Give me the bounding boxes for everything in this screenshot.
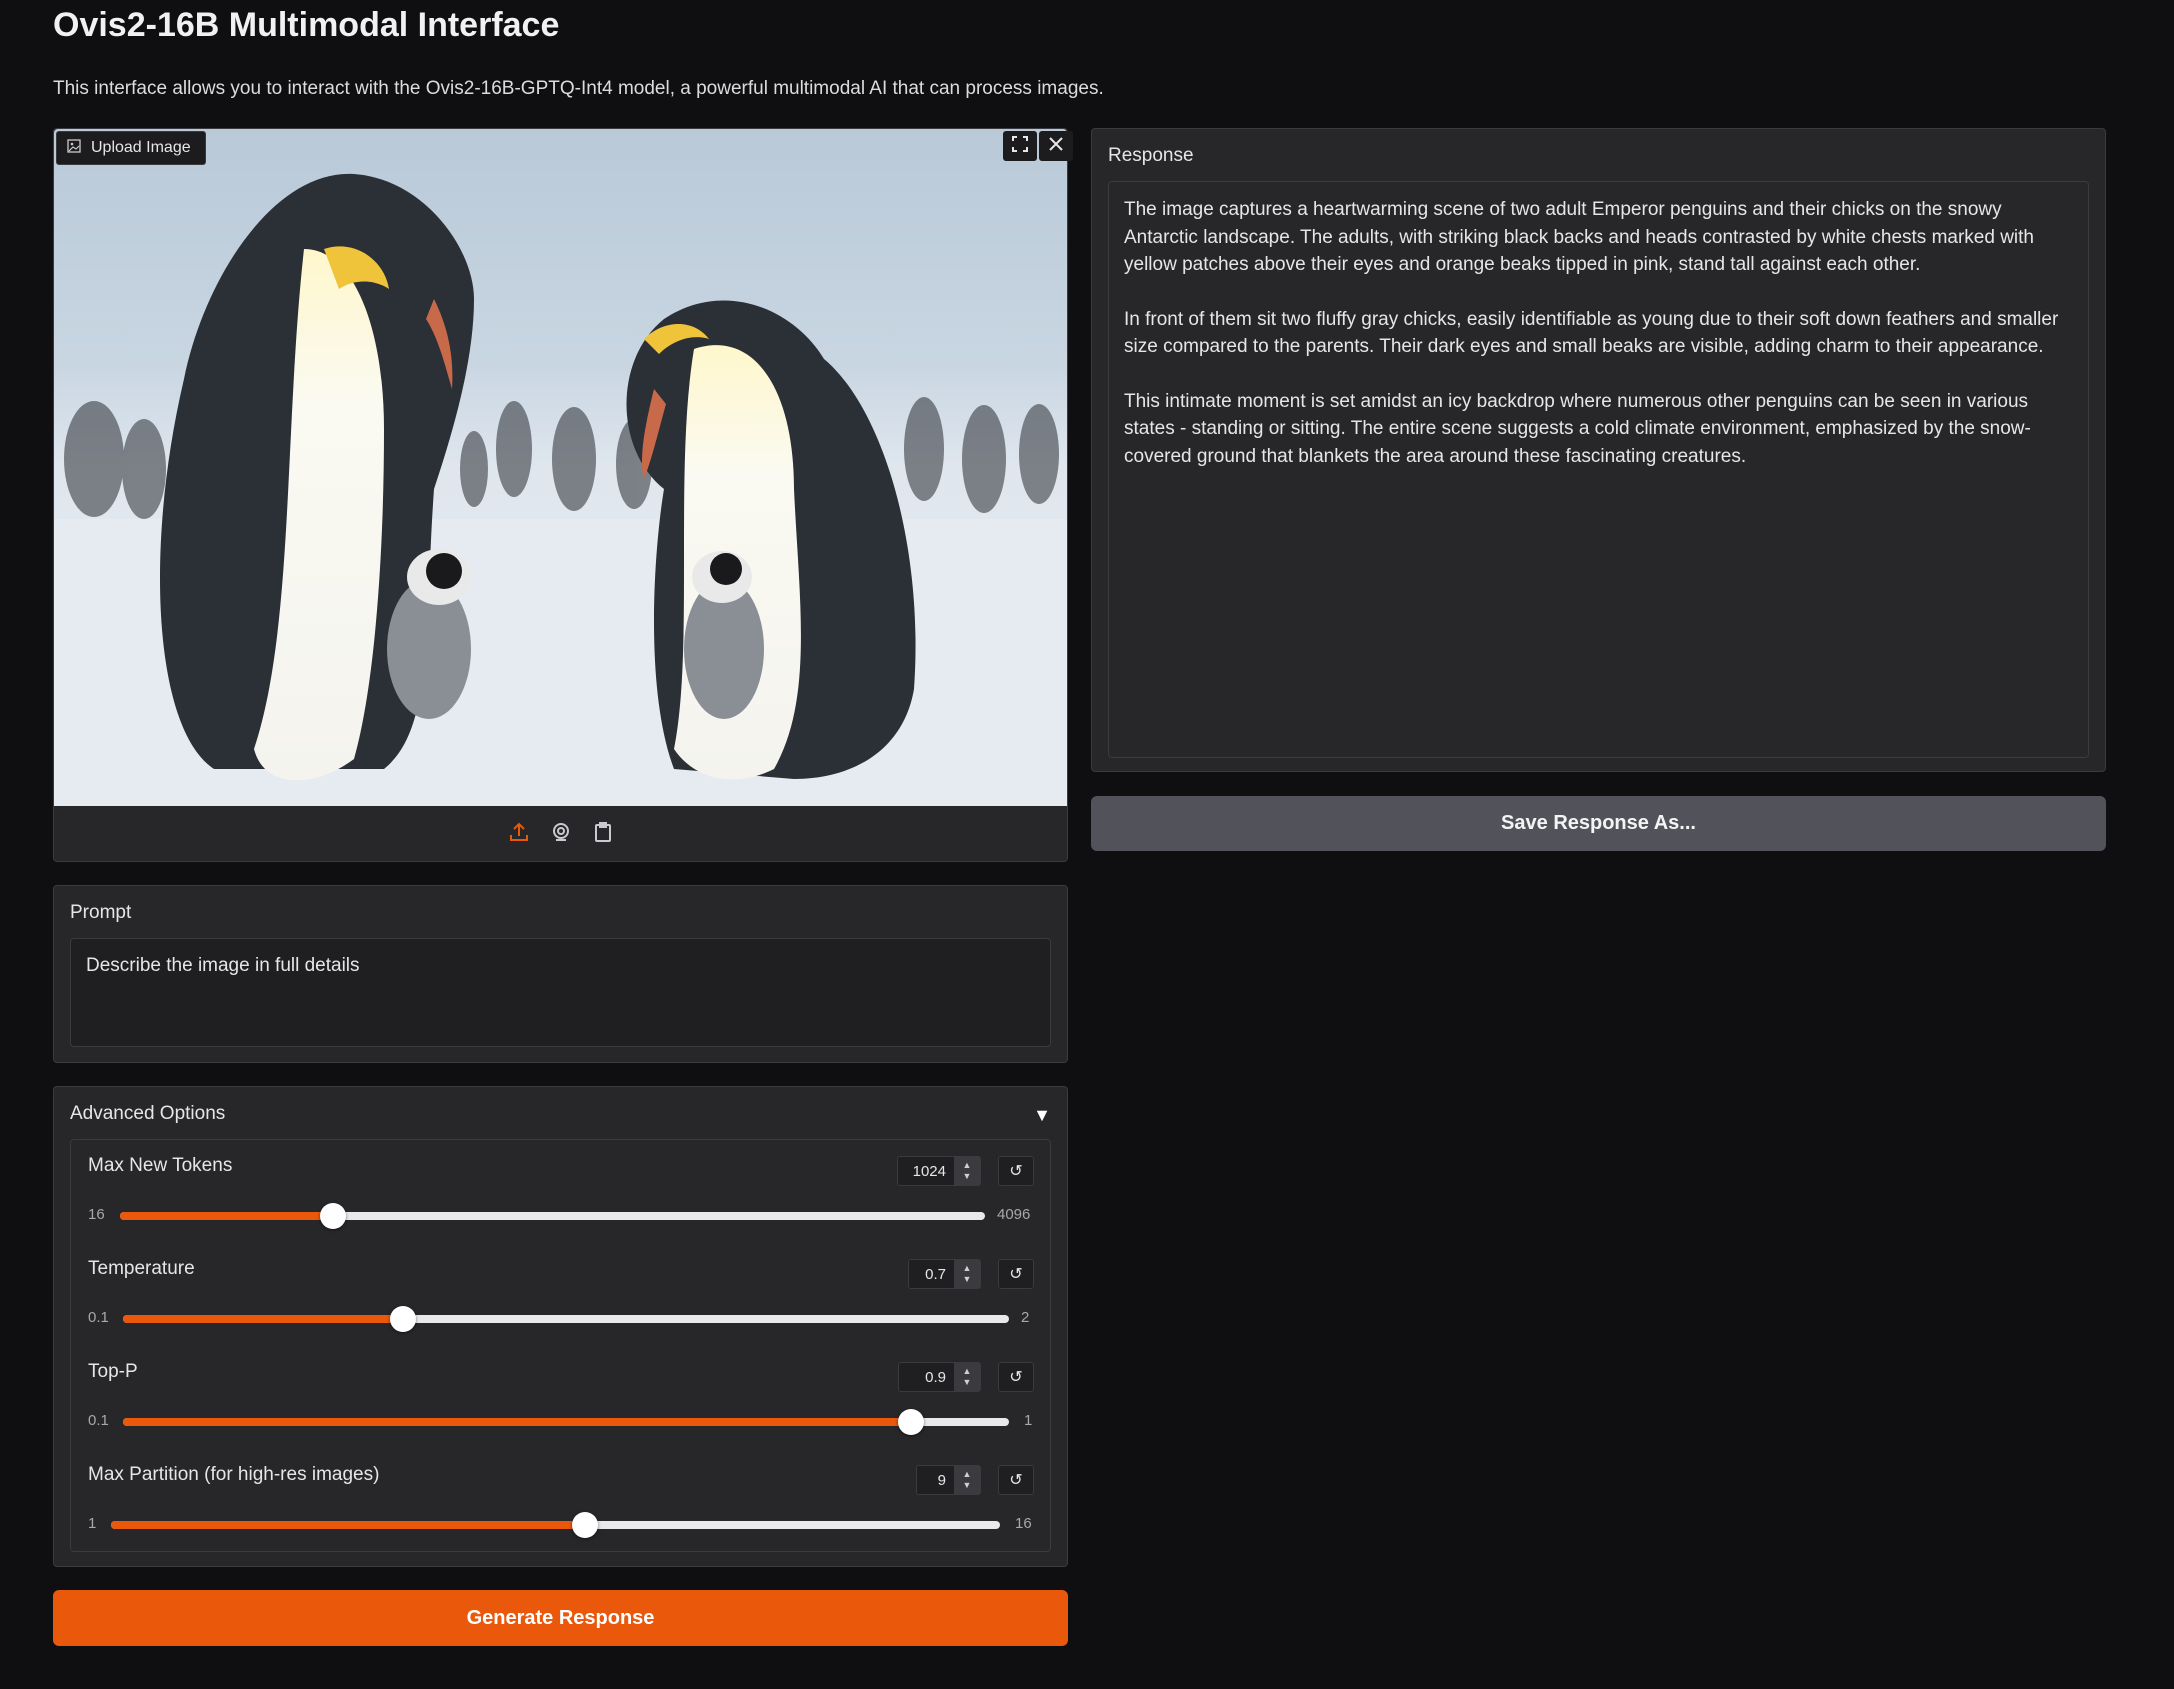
advanced-options-toggle[interactable]: Advanced Options xyxy=(70,1103,225,1125)
response-paragraph: The image captures a heartwarming scene … xyxy=(1124,199,2034,275)
top-p-track[interactable] xyxy=(123,1409,1009,1435)
response-paragraph: In front of them sit two fluffy gray chi… xyxy=(1124,308,2059,358)
page-title: Ovis2-16B Multimodal Interface xyxy=(53,6,560,44)
slider-thumb[interactable] xyxy=(897,1409,924,1435)
max-partition-reset-button[interactable]: ↺ xyxy=(998,1465,1034,1495)
upload-image-label: Upload Image xyxy=(56,131,206,165)
temperature-label: Temperature xyxy=(88,1258,195,1279)
stepper-icon[interactable]: ▲ ▼ xyxy=(954,1260,980,1288)
image-source-toolbar xyxy=(54,806,1067,862)
max-new-tokens-input[interactable]: 1024 ▲ ▼ xyxy=(897,1156,981,1186)
prompt-textarea[interactable]: Describe the image in full details xyxy=(70,938,1051,1047)
upload-image-label-text: Upload Image xyxy=(91,139,191,156)
image-icon xyxy=(67,138,81,158)
max-partition-min: 1 xyxy=(88,1515,97,1532)
temperature-max: 2 xyxy=(1021,1309,1030,1326)
max-new-tokens-max: 4096 xyxy=(997,1206,1031,1223)
webcam-source-button[interactable] xyxy=(548,821,574,847)
max-new-tokens-reset-button[interactable]: ↺ xyxy=(998,1156,1034,1186)
generate-response-button[interactable]: Generate Response xyxy=(53,1590,1068,1646)
temperature-value: 0.7 xyxy=(925,1265,946,1283)
max-new-tokens-min: 16 xyxy=(88,1206,105,1223)
top-p-label: Top-P xyxy=(88,1361,138,1382)
temperature-track[interactable] xyxy=(123,1306,1009,1332)
top-p-input[interactable]: 0.9 ▲ ▼ xyxy=(898,1362,981,1392)
stepper-icon[interactable]: ▲ ▼ xyxy=(954,1363,980,1391)
prompt-label: Prompt xyxy=(70,902,132,923)
top-p-value: 0.9 xyxy=(925,1368,946,1386)
slider-thumb[interactable] xyxy=(389,1306,416,1332)
response-panel: Response The image captures a heartwarmi… xyxy=(1091,128,2106,772)
max-new-tokens-value: 1024 xyxy=(912,1162,946,1180)
slider-fill xyxy=(120,1212,333,1220)
response-textarea[interactable]: The image captures a heartwarming scene … xyxy=(1108,181,2089,758)
response-label: Response xyxy=(1108,145,1194,166)
max-partition-max: 16 xyxy=(1015,1515,1032,1532)
max-partition-slider-row: Max Partition (for high-res images) 9 ▲ ▼… xyxy=(71,1449,1050,1549)
slider-thumb[interactable] xyxy=(319,1203,346,1229)
slider-fill xyxy=(111,1521,585,1529)
max-new-tokens-slider-row: Max New Tokens 1024 ▲ ▼ ↺ 16 4096 xyxy=(71,1140,1050,1240)
top-p-reset-button[interactable]: ↺ xyxy=(998,1362,1034,1392)
clear-image-button[interactable] xyxy=(1039,131,1073,161)
max-partition-value: 9 xyxy=(937,1471,946,1489)
fullscreen-button[interactable] xyxy=(1003,131,1037,161)
temperature-slider-row: Temperature 0.7 ▲ ▼ ↺ 0.1 2 xyxy=(71,1243,1050,1343)
prompt-panel: Prompt Describe the image in full detail… xyxy=(53,885,1068,1063)
upload-source-button[interactable] xyxy=(506,821,532,847)
max-new-tokens-label: Max New Tokens xyxy=(88,1155,233,1176)
upload-icon xyxy=(508,821,530,848)
stepper-icon[interactable]: ▲ ▼ xyxy=(954,1157,980,1185)
temperature-min: 0.1 xyxy=(88,1309,109,1326)
temperature-reset-button[interactable]: ↺ xyxy=(998,1259,1034,1289)
page-subtitle: This interface allows you to interact wi… xyxy=(53,78,1104,99)
save-response-button[interactable]: Save Response As... xyxy=(1091,796,2106,851)
clipboard-source-button[interactable] xyxy=(590,821,616,847)
slider-thumb[interactable] xyxy=(571,1512,598,1538)
image-upload-panel: Upload Image xyxy=(53,128,1073,862)
max-partition-track[interactable] xyxy=(111,1512,1000,1538)
advanced-options-body: Max New Tokens 1024 ▲ ▼ ↺ 16 4096 Tempera… xyxy=(70,1139,1051,1552)
max-new-tokens-track[interactable] xyxy=(120,1203,985,1229)
webcam-icon xyxy=(550,821,572,848)
temperature-input[interactable]: 0.7 ▲ ▼ xyxy=(908,1259,981,1289)
max-partition-input[interactable]: 9 ▲ ▼ xyxy=(916,1465,981,1495)
advanced-options-panel: Advanced Options ▼ Max New Tokens 1024 ▲… xyxy=(53,1086,1068,1567)
top-p-max: 1 xyxy=(1024,1412,1033,1429)
stepper-icon[interactable]: ▲ ▼ xyxy=(954,1466,980,1494)
clipboard-icon xyxy=(592,821,614,848)
caret-down-icon[interactable]: ▼ xyxy=(1033,1105,1051,1126)
uploaded-image[interactable] xyxy=(54,129,1067,806)
close-icon xyxy=(1048,136,1064,157)
slider-fill xyxy=(123,1418,911,1426)
top-p-slider-row: Top-P 0.9 ▲ ▼ ↺ 0.1 1 xyxy=(71,1346,1050,1446)
max-partition-label: Max Partition (for high-res images) xyxy=(88,1464,380,1485)
slider-fill xyxy=(123,1315,403,1323)
response-paragraph: This intimate moment is set amidst an ic… xyxy=(1124,390,2031,467)
fullscreen-icon xyxy=(1011,135,1029,158)
top-p-min: 0.1 xyxy=(88,1412,109,1429)
